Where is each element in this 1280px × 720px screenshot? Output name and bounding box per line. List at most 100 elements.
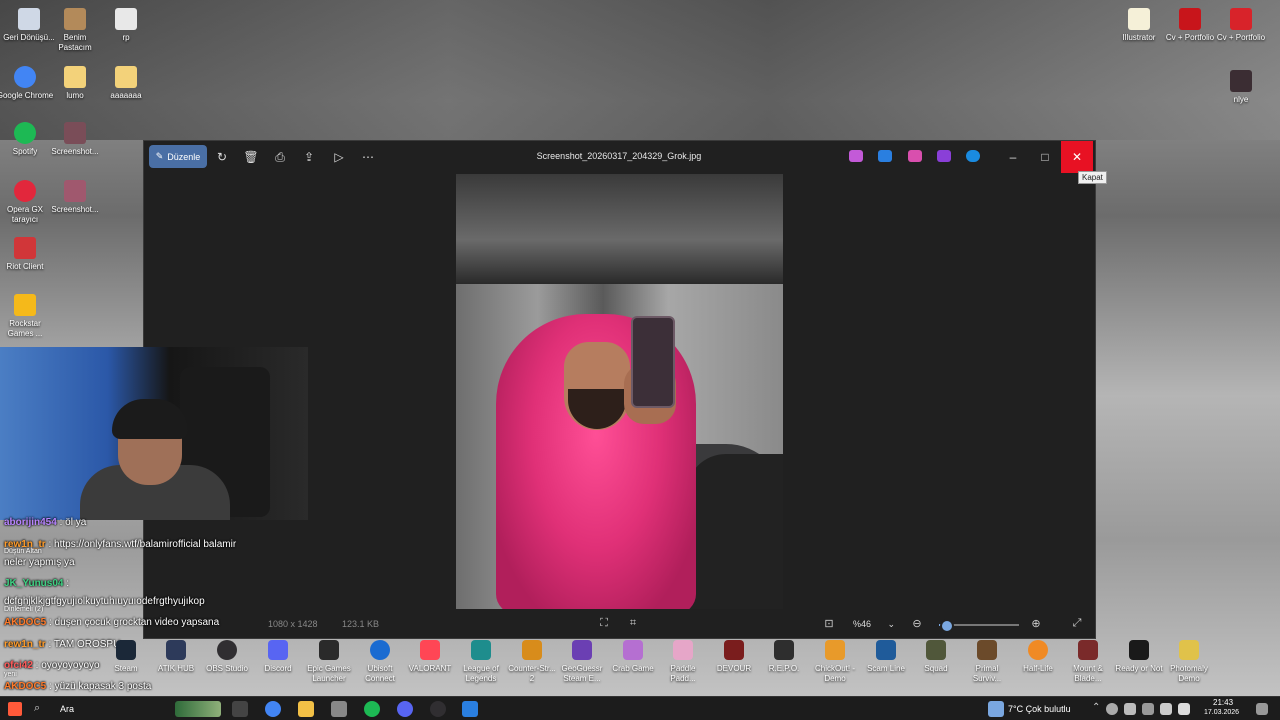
app-primal-survival[interactable]: Primal Surviv... xyxy=(961,640,1013,684)
desktop-icon-cv-portfolio-ai[interactable]: Cv + Portfolio xyxy=(1161,8,1219,43)
app-crab-game[interactable]: Crab Game xyxy=(607,640,659,674)
app-chickout[interactable]: ChickOut! - Demo xyxy=(809,640,861,684)
desktop-icon-aaaaaaa[interactable]: aaaaaaa xyxy=(97,66,155,101)
desktop-icon-lumo[interactable]: lumo xyxy=(46,66,104,101)
steam-icon xyxy=(116,640,136,660)
weather-icon[interactable] xyxy=(988,701,1004,717)
notification-icon[interactable] xyxy=(1256,703,1268,715)
app-epic-games[interactable]: Epic Games Launcher xyxy=(303,640,355,684)
app-ubisoft-connect[interactable]: Ubisoft Connect xyxy=(354,640,406,684)
delete-icon[interactable]: 🗑 xyxy=(243,149,259,165)
desktop-icon-screenshot-2[interactable]: Screenshot... xyxy=(46,180,104,215)
app-valorant[interactable]: VALORANT xyxy=(404,640,456,674)
file-icon xyxy=(115,8,137,30)
photo-viewer-image[interactable] xyxy=(456,174,783,609)
chevron-up-icon[interactable]: ⌃ xyxy=(1092,702,1100,713)
search-box[interactable]: ⌕ Ara xyxy=(30,700,170,718)
spotify-icon[interactable] xyxy=(364,701,380,717)
edit-button[interactable]: ✎ Düzenle xyxy=(149,145,207,168)
obs-icon[interactable] xyxy=(430,701,446,717)
chrome-icon[interactable] xyxy=(265,701,281,717)
app-paddle-paddle[interactable]: Paddle Padd... xyxy=(657,640,709,684)
desktop-icon-nlye[interactable]: nlye xyxy=(1212,70,1270,105)
weather-text[interactable]: 7°C Çok bulutlu xyxy=(1008,704,1071,714)
app-counter-strike[interactable]: Counter-Str... 2 xyxy=(506,640,558,684)
print-icon[interactable]: ⎙ xyxy=(272,149,288,165)
discord-icon[interactable] xyxy=(397,701,413,717)
half-life-icon xyxy=(1028,640,1048,660)
app-half-life[interactable]: Half-Life xyxy=(1012,640,1064,674)
edit-icon: ✎ xyxy=(155,151,164,161)
fit-screen-icon[interactable]: ⛶ xyxy=(597,617,611,630)
desktop-icon-cv-portfolio-pdf[interactable]: Cv + Portfolio xyxy=(1212,8,1270,43)
minimize-button[interactable]: – xyxy=(997,141,1029,173)
app-atik-hub[interactable]: ATIK HUB xyxy=(150,640,202,674)
zoom-slider-thumb[interactable] xyxy=(940,619,954,633)
chat-message: AKDOC5 : duşen çocuk grocktan video yaps… xyxy=(4,617,220,628)
zoom-in-icon[interactable]: ⊕ xyxy=(1029,617,1043,630)
start-button[interactable] xyxy=(8,702,22,716)
app-devour[interactable]: DEVOUR xyxy=(708,640,760,674)
obs-icon xyxy=(217,640,237,660)
chrome-icon xyxy=(14,66,36,88)
task-view-icon[interactable] xyxy=(232,701,248,717)
ocr-icon[interactable]: ⌗ xyxy=(626,617,640,630)
clipchamp-icon[interactable] xyxy=(937,150,951,162)
overlay-label: Düşün Altan xyxy=(4,548,42,555)
mount-blade-icon xyxy=(1078,640,1098,660)
volume-icon[interactable] xyxy=(1178,703,1190,715)
zoom-select[interactable]: %46 ⌄ xyxy=(849,614,901,634)
slideshow-icon[interactable]: ▷ xyxy=(331,149,347,165)
search-highlight-icon[interactable] xyxy=(175,701,221,717)
clock-date[interactable]: 17.03.2026 xyxy=(1204,709,1239,716)
fit-to-window-icon[interactable]: ⊡ xyxy=(822,617,836,630)
app-discord[interactable]: Discord xyxy=(252,640,304,674)
desktop-icon-illustrator[interactable]: Illustrator xyxy=(1110,8,1168,43)
paint-icon[interactable] xyxy=(908,150,922,162)
network-icon[interactable] xyxy=(1160,703,1172,715)
copilot-icon[interactable] xyxy=(849,150,863,162)
app-mount-blade[interactable]: Mount & Blade... xyxy=(1062,640,1114,684)
app-squad[interactable]: Squad xyxy=(910,640,962,674)
file-size: 123.1 KB xyxy=(342,619,380,629)
maximize-button[interactable]: □ xyxy=(1029,141,1061,173)
desktop-icon-rockstar[interactable]: Rockstar Games ... xyxy=(0,294,54,339)
desktop-icon-benim-pastacim[interactable]: Benim Pastacım xyxy=(46,8,104,53)
app-ready-or-not[interactable]: Ready or Not xyxy=(1113,640,1165,674)
taskbar: ⌕ Ara 7°C Çok bulutlu ⌃ 21:43 17.03.2026 xyxy=(0,696,1280,720)
geoguessr-icon xyxy=(572,640,592,660)
pdf-icon xyxy=(1230,8,1252,30)
steam-taskbar-icon[interactable] xyxy=(331,701,347,717)
desktop-icon-riot-client[interactable]: Riot Client xyxy=(0,237,54,272)
folder-icon xyxy=(64,66,86,88)
onedrive-icon[interactable] xyxy=(966,150,980,162)
close-button[interactable]: ✕ xyxy=(1061,141,1093,173)
clock-time[interactable]: 21:43 xyxy=(1213,698,1233,707)
app-photomaly[interactable]: Photomaly Demo xyxy=(1163,640,1215,684)
zoom-out-icon[interactable]: ⊖ xyxy=(910,617,924,630)
desktop-icon-screenshot-1[interactable]: Screenshot... xyxy=(46,122,104,157)
app-geoguessr[interactable]: GeoGuessr Steam E... xyxy=(556,640,608,684)
rotate-icon[interactable]: ↻ xyxy=(214,149,230,165)
app-obs-studio[interactable]: OBS Studio xyxy=(201,640,253,674)
file-explorer-icon[interactable] xyxy=(298,701,314,717)
more-options-icon[interactable]: ⋯ xyxy=(360,149,376,165)
app-steam[interactable]: Steam xyxy=(100,640,152,674)
share-icon[interactable]: ⇪ xyxy=(301,149,317,165)
ubisoft-icon xyxy=(370,640,390,660)
app-scam-line[interactable]: Scam Line xyxy=(860,640,912,674)
tray-icon[interactable] xyxy=(1142,703,1154,715)
app-league-of-legends[interactable]: League of Legends xyxy=(455,640,507,684)
tray-icon[interactable] xyxy=(1106,703,1118,715)
photo-phone xyxy=(631,316,675,408)
photos-icon[interactable] xyxy=(462,701,478,717)
chevron-down-icon: ⌄ xyxy=(887,619,896,629)
designer-icon[interactable] xyxy=(878,150,892,162)
squad-icon xyxy=(926,640,946,660)
zoom-slider[interactable] xyxy=(939,619,1019,633)
app-repo[interactable]: R.E.P.O. xyxy=(758,640,810,674)
tray-icon[interactable] xyxy=(1124,703,1136,715)
fullscreen-icon[interactable]: ⤢ xyxy=(1070,617,1084,630)
valorant-icon xyxy=(420,640,440,660)
desktop-icon-rp[interactable]: rp xyxy=(97,8,155,43)
